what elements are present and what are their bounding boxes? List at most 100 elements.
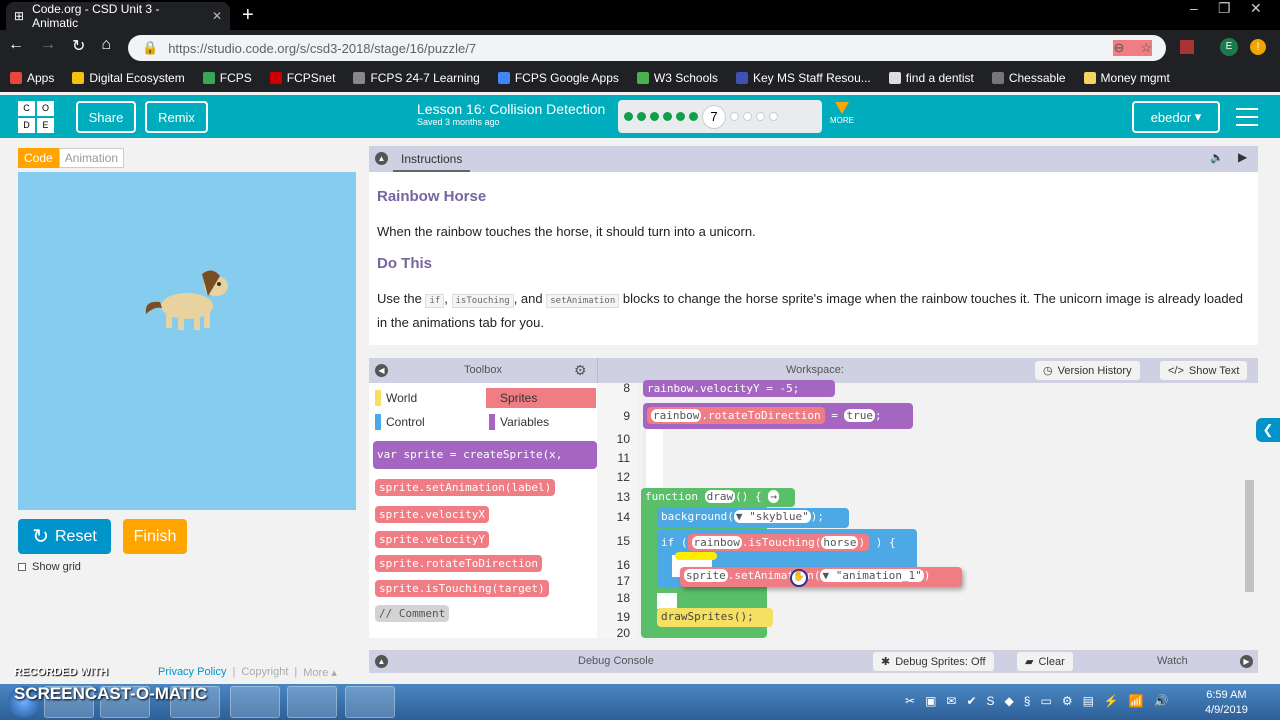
- var-create-sprite-block[interactable]: var sprite = createSprite(x,: [373, 441, 597, 469]
- reload-icon[interactable]: ↻: [72, 36, 85, 56]
- completed-puzzle-dot[interactable]: [650, 112, 659, 121]
- zoom-icon[interactable]: ⊖: [1113, 40, 1124, 56]
- home-icon[interactable]: ⌂: [101, 36, 111, 56]
- lesson-title[interactable]: Lesson 16: Collision Detection: [417, 101, 605, 117]
- completed-puzzle-dot[interactable]: [689, 112, 698, 121]
- toolbox-category[interactable]: World: [372, 388, 482, 408]
- toolbox-block[interactable]: sprite.rotateToDirection: [375, 555, 542, 572]
- finish-button[interactable]: Finish: [123, 519, 187, 554]
- completed-puzzle-dot[interactable]: [676, 112, 685, 121]
- more-link[interactable]: More ▴: [303, 666, 337, 679]
- minimize-icon[interactable]: –: [1190, 0, 1198, 16]
- user-menu[interactable]: ebedor ▾: [1132, 101, 1220, 133]
- bookmark-item[interactable]: FCPS: [202, 71, 252, 85]
- dragged-set-animation-block[interactable]: sprite .setAnimation(▼ "animation_1"): [680, 567, 962, 587]
- bookmark-item[interactable]: FCPS 24-7 Learning: [353, 71, 480, 85]
- close-window-icon[interactable]: ✕: [1250, 0, 1262, 17]
- toolbox-block[interactable]: sprite.velocityX: [375, 506, 489, 523]
- function-header[interactable]: function draw() { →: [641, 488, 795, 507]
- completed-puzzle-dot[interactable]: [663, 112, 672, 121]
- taskbar-outlook[interactable]: [287, 686, 337, 718]
- new-tab-icon[interactable]: +: [242, 4, 254, 27]
- game-stage[interactable]: [18, 172, 356, 510]
- toolbox-block[interactable]: sprite.setAnimation(label): [375, 479, 556, 496]
- upcoming-puzzle-dot[interactable]: [730, 112, 739, 121]
- line-number: 8: [623, 381, 630, 395]
- background-block[interactable]: background(▼ "skyblue");: [657, 508, 849, 528]
- toolbox-block[interactable]: sprite.isTouching(target): [375, 580, 549, 597]
- taskbar-snipping-tool[interactable]: [345, 686, 395, 718]
- animation-tab[interactable]: Animation: [58, 148, 125, 168]
- clock[interactable]: 6:59 AM 4/9/2019: [1205, 688, 1248, 718]
- show-grid-checkbox[interactable]: Show grid: [18, 561, 81, 573]
- collapse-toolbox-icon[interactable]: ◀: [375, 364, 388, 377]
- bookmark-item[interactable]: W3 Schools: [636, 71, 718, 85]
- line-number: 19: [616, 610, 630, 624]
- star-icon[interactable]: ☆: [1140, 40, 1152, 56]
- bookmark-item[interactable]: Key MS Staff Resou...: [735, 71, 871, 85]
- code-block[interactable]: rainbow .rotateToDirection = true;: [643, 403, 913, 429]
- expand-debug-icon[interactable]: ▲: [375, 655, 388, 668]
- forward-icon[interactable]: →: [40, 36, 56, 56]
- code-org-logo[interactable]: CODE: [18, 101, 54, 133]
- address-bar[interactable]: 🔒 https://studio.code.org/s/csd3-2018/sta…: [128, 35, 1166, 61]
- copyright-link[interactable]: Copyright: [241, 666, 288, 679]
- instructions-tab[interactable]: Instructions: [393, 146, 471, 172]
- toolbox-category[interactable]: Sprites: [486, 388, 596, 408]
- bookmark-item[interactable]: find a dentist: [888, 71, 974, 85]
- draw-sprites-block[interactable]: drawSprites();: [657, 608, 773, 627]
- bookmark-item[interactable]: Money mgmt: [1083, 71, 1170, 85]
- toolbox-category[interactable]: Variables: [486, 412, 596, 432]
- upcoming-puzzle-dot[interactable]: [769, 112, 778, 121]
- bookmark-item[interactable]: FCPS Google Apps: [497, 71, 619, 85]
- completed-puzzle-dot[interactable]: [624, 112, 633, 121]
- gear-icon[interactable]: ⚙: [574, 362, 587, 379]
- upcoming-puzzle-dot[interactable]: [756, 112, 765, 121]
- debug-console-bar: [369, 650, 1258, 673]
- saved-status: Saved 3 months ago: [417, 117, 500, 127]
- instructions-header: [369, 146, 1258, 172]
- if-header[interactable]: if (rainbow .isTouching(horse) ) {: [657, 532, 917, 554]
- checkbox-icon[interactable]: [18, 563, 26, 571]
- share-button[interactable]: Share: [76, 101, 136, 133]
- reset-icon: ↻: [32, 526, 49, 548]
- line-number: 11: [617, 451, 630, 465]
- taskbar-media-player[interactable]: [230, 686, 280, 718]
- toolbox-category[interactable]: Control: [372, 412, 482, 432]
- bookmark-item[interactable]: Chessable: [991, 71, 1066, 85]
- code-tab[interactable]: Code: [18, 148, 59, 168]
- version-history-button[interactable]: ◷ Version History: [1035, 361, 1140, 380]
- close-tab-icon[interactable]: ✕: [212, 9, 222, 23]
- code-block[interactable]: rainbow.velocityY = -5;: [643, 380, 835, 397]
- bookmark-icon: [353, 72, 366, 84]
- hamburger-menu-icon[interactable]: [1236, 108, 1258, 132]
- completed-puzzle-dot[interactable]: [637, 112, 646, 121]
- restore-icon[interactable]: ❐: [1218, 0, 1231, 17]
- bookmark-item[interactable]: Apps: [10, 71, 54, 85]
- collapse-instructions-icon[interactable]: ▲: [375, 152, 388, 165]
- remix-button[interactable]: Remix: [145, 101, 208, 133]
- profile-avatar[interactable]: E: [1220, 38, 1238, 56]
- workspace-scrollbar[interactable]: [1245, 480, 1254, 592]
- toolbox-block[interactable]: sprite.velocityY: [375, 531, 489, 548]
- back-icon[interactable]: ←: [8, 36, 24, 56]
- current-puzzle[interactable]: 7: [702, 104, 726, 129]
- show-text-button[interactable]: </> Show Text: [1160, 361, 1248, 380]
- bookmark-item[interactable]: FCPSnet: [269, 71, 335, 85]
- audio-icon[interactable]: 🔈: [1210, 151, 1224, 164]
- play-audio-icon[interactable]: ▶: [1238, 150, 1247, 164]
- browser-tab[interactable]: ⊞ Code.org - CSD Unit 3 - Animatic ✕: [6, 2, 230, 30]
- expand-panel-icon[interactable]: ❮: [1256, 418, 1280, 442]
- bookmark-item[interactable]: Digital Ecosystem: [72, 71, 185, 85]
- extension-icon[interactable]: [1180, 40, 1194, 54]
- reset-button[interactable]: ↻ Reset: [18, 519, 111, 554]
- tab-title: Code.org - CSD Unit 3 - Animatic: [32, 2, 160, 30]
- upcoming-puzzle-dot[interactable]: [743, 112, 752, 121]
- more-button[interactable]: MORE: [830, 102, 854, 125]
- privacy-policy-link[interactable]: Privacy Policy: [158, 666, 226, 679]
- watch-expand-icon[interactable]: ▶: [1240, 655, 1253, 668]
- clear-button[interactable]: ▰ Clear: [1017, 652, 1073, 671]
- debug-sprites-button[interactable]: ✱ Debug Sprites: Off: [873, 652, 994, 671]
- update-icon[interactable]: !: [1250, 39, 1266, 55]
- toolbox-block[interactable]: // Comment: [375, 605, 450, 622]
